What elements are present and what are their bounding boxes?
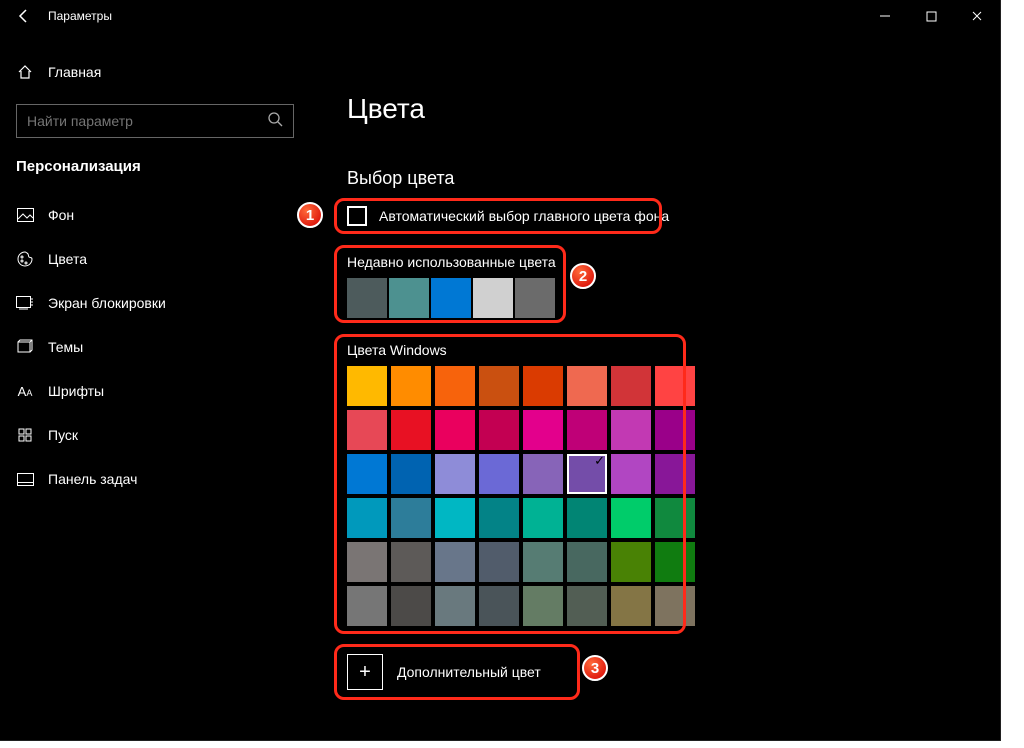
palette-icon xyxy=(16,251,34,267)
sidebar-item-label: Панель задач xyxy=(48,471,137,487)
color-swatch[interactable] xyxy=(347,366,387,406)
sidebar-item-background[interactable]: Фон xyxy=(0,193,310,237)
color-swatch[interactable] xyxy=(391,366,431,406)
color-swatch[interactable] xyxy=(391,542,431,582)
sidebar: Главная Персонализация Фон Цвета Экран б… xyxy=(0,32,310,740)
color-swatch[interactable] xyxy=(435,498,475,538)
sidebar-item-label: Экран блокировки xyxy=(48,295,166,311)
color-swatch[interactable] xyxy=(479,542,519,582)
recent-colors-grid xyxy=(347,278,556,318)
app-title: Параметры xyxy=(48,9,112,23)
home-icon xyxy=(16,64,34,80)
recent-color-swatch[interactable] xyxy=(347,278,387,318)
themes-icon xyxy=(16,339,34,355)
maximize-button[interactable] xyxy=(908,0,954,32)
color-swatch[interactable] xyxy=(611,542,651,582)
color-swatch[interactable] xyxy=(611,366,651,406)
color-swatch[interactable] xyxy=(523,586,563,626)
sidebar-item-label: Цвета xyxy=(48,251,87,267)
sidebar-section-title: Персонализация xyxy=(0,148,310,193)
sidebar-item-label: Темы xyxy=(48,339,83,355)
sidebar-item-fonts[interactable]: AA Шрифты xyxy=(0,369,310,413)
picture-icon xyxy=(16,208,34,222)
color-swatch[interactable]: ✓ xyxy=(567,454,607,494)
color-swatch[interactable] xyxy=(479,454,519,494)
sidebar-item-taskbar[interactable]: Панель задач xyxy=(0,457,310,501)
recent-color-swatch[interactable] xyxy=(431,278,471,318)
color-swatch[interactable] xyxy=(655,366,695,406)
color-swatch[interactable] xyxy=(523,410,563,450)
sidebar-item-label: Пуск xyxy=(48,427,78,443)
color-swatch[interactable] xyxy=(523,366,563,406)
color-swatch[interactable] xyxy=(391,586,431,626)
sidebar-home[interactable]: Главная xyxy=(0,50,310,94)
color-swatch[interactable] xyxy=(479,410,519,450)
color-swatch[interactable] xyxy=(655,498,695,538)
color-swatch[interactable] xyxy=(523,498,563,538)
color-swatch[interactable] xyxy=(391,410,431,450)
recent-color-swatch[interactable] xyxy=(473,278,513,318)
custom-color-label: Дополнительный цвет xyxy=(397,664,541,680)
color-swatch[interactable] xyxy=(567,586,607,626)
start-icon xyxy=(16,428,34,443)
color-swatch[interactable] xyxy=(435,542,475,582)
color-swatch[interactable] xyxy=(479,498,519,538)
color-swatch[interactable] xyxy=(391,454,431,494)
sidebar-item-colors[interactable]: Цвета xyxy=(0,237,310,281)
color-swatch[interactable] xyxy=(479,586,519,626)
auto-accent-label: Автоматический выбор главного цвета фона xyxy=(379,208,669,224)
lockscreen-icon xyxy=(16,296,34,310)
color-swatch[interactable] xyxy=(567,542,607,582)
sidebar-item-start[interactable]: Пуск xyxy=(0,413,310,457)
color-swatch[interactable] xyxy=(347,542,387,582)
color-swatch[interactable] xyxy=(611,498,651,538)
color-swatch[interactable] xyxy=(567,410,607,450)
color-swatch[interactable] xyxy=(347,454,387,494)
color-swatch[interactable] xyxy=(479,366,519,406)
windows-colors-title: Цвета Windows xyxy=(347,342,695,358)
color-swatch[interactable] xyxy=(435,366,475,406)
search-input[interactable] xyxy=(27,113,267,129)
color-swatch[interactable] xyxy=(347,586,387,626)
color-swatch[interactable] xyxy=(567,366,607,406)
sidebar-item-label: Фон xyxy=(48,207,74,223)
sidebar-home-label: Главная xyxy=(48,64,101,80)
color-swatch[interactable] xyxy=(611,410,651,450)
auto-accent-checkbox[interactable] xyxy=(347,206,367,226)
check-icon: ✓ xyxy=(594,453,605,469)
color-swatch[interactable] xyxy=(523,454,563,494)
color-swatch[interactable] xyxy=(655,410,695,450)
color-swatch[interactable] xyxy=(347,498,387,538)
windows-colors-grid: ✓ xyxy=(347,366,695,626)
fonts-icon: AA xyxy=(16,384,34,399)
sidebar-item-lockscreen[interactable]: Экран блокировки xyxy=(0,281,310,325)
color-swatch[interactable] xyxy=(567,498,607,538)
close-button[interactable] xyxy=(954,0,1000,32)
color-swatch[interactable] xyxy=(611,454,651,494)
sidebar-item-label: Шрифты xyxy=(48,383,104,399)
page-title: Цвета xyxy=(347,93,425,125)
color-swatch[interactable] xyxy=(655,586,695,626)
recent-color-swatch[interactable] xyxy=(389,278,429,318)
color-swatch[interactable] xyxy=(435,454,475,494)
custom-color-button[interactable]: + xyxy=(347,654,383,690)
back-button[interactable] xyxy=(0,0,48,32)
color-swatch[interactable] xyxy=(435,410,475,450)
color-swatch[interactable] xyxy=(435,586,475,626)
search-box[interactable] xyxy=(16,104,294,138)
sidebar-item-themes[interactable]: Темы xyxy=(0,325,310,369)
subheading: Выбор цвета xyxy=(347,168,454,189)
titlebar: Параметры xyxy=(0,0,1000,32)
taskbar-icon xyxy=(16,473,34,486)
color-swatch[interactable] xyxy=(655,542,695,582)
color-swatch[interactable] xyxy=(611,586,651,626)
recent-colors-title: Недавно использованные цвета xyxy=(347,254,556,270)
color-swatch[interactable] xyxy=(347,410,387,450)
search-icon xyxy=(267,111,283,132)
color-swatch[interactable] xyxy=(523,542,563,582)
minimize-button[interactable] xyxy=(862,0,908,32)
recent-color-swatch[interactable] xyxy=(515,278,555,318)
color-swatch[interactable] xyxy=(655,454,695,494)
color-swatch[interactable] xyxy=(391,498,431,538)
